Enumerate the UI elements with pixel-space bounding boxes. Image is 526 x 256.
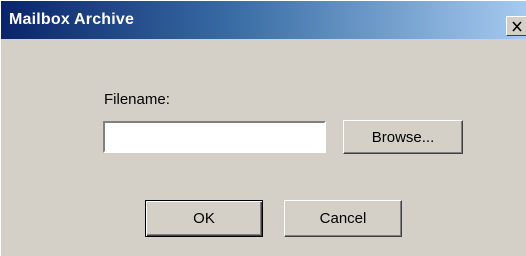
browse-button[interactable]: Browse... <box>343 120 463 154</box>
ok-button-label: OK <box>193 210 215 227</box>
ok-button[interactable]: OK <box>145 200 263 237</box>
filename-input[interactable] <box>103 121 326 153</box>
cancel-button-label: Cancel <box>319 210 367 227</box>
title-bar: Mailbox Archive <box>1 1 526 39</box>
cancel-button[interactable]: Cancel <box>284 200 402 237</box>
browse-button-label: Browse... <box>371 128 435 146</box>
close-icon <box>512 21 522 32</box>
window-title: Mailbox Archive <box>9 11 135 28</box>
mailbox-archive-dialog: Mailbox Archive Filename: Browse... OK C… <box>0 0 526 256</box>
filename-label: Filename: <box>104 91 170 108</box>
close-button[interactable] <box>506 16 526 36</box>
